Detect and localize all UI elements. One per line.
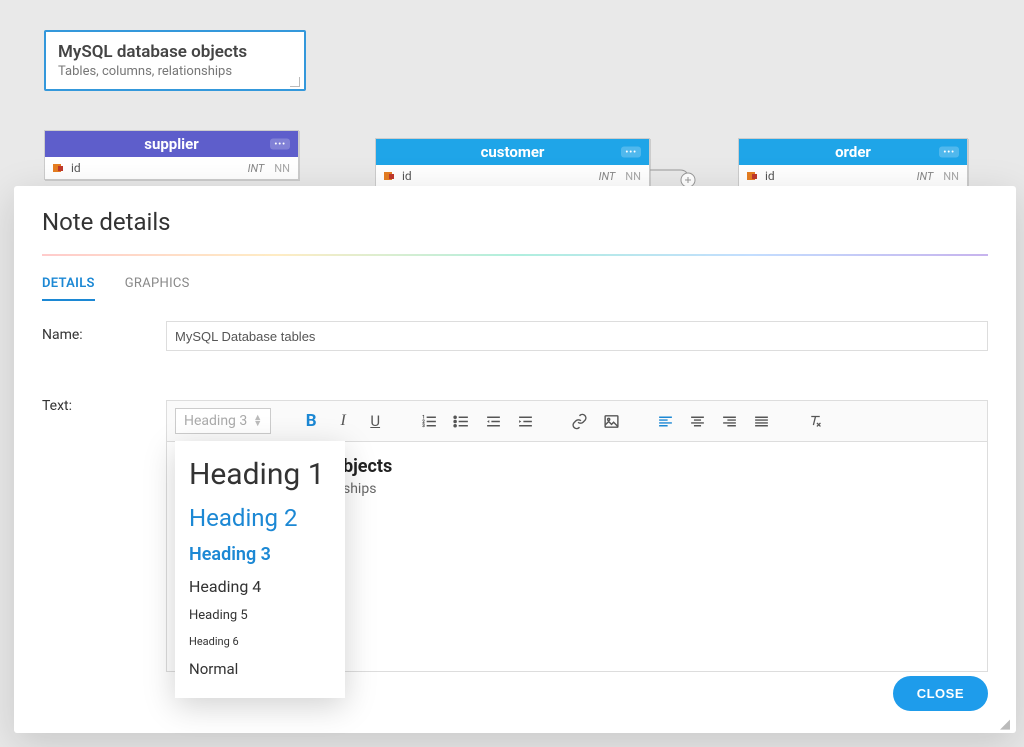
primary-key-icon	[384, 172, 396, 181]
primary-key-icon	[747, 172, 759, 181]
align-justify-button[interactable]	[747, 407, 775, 435]
image-button[interactable]	[597, 407, 625, 435]
table-supplier[interactable]: supplier ••• id INT NN	[44, 130, 299, 180]
editor-toolbar: Heading 3 ▲▼ B I U 123	[166, 400, 988, 442]
close-button[interactable]: CLOSE	[893, 676, 988, 711]
heading-option-5[interactable]: Heading 5	[175, 602, 345, 629]
align-center-button[interactable]	[683, 407, 711, 435]
bold-button[interactable]: B	[297, 407, 325, 435]
clear-format-button[interactable]	[801, 407, 829, 435]
ellipsis-icon[interactable]: •••	[270, 139, 290, 150]
name-input[interactable]	[166, 321, 988, 351]
heading-option-1[interactable]: Heading 1	[175, 451, 345, 498]
label-name: Name:	[42, 321, 162, 392]
ellipsis-icon[interactable]: •••	[939, 147, 959, 158]
table-header: supplier •••	[45, 131, 298, 157]
tab-bar: DETAILS GRAPHICS	[14, 256, 1016, 301]
align-left-button[interactable]	[651, 407, 679, 435]
align-right-button[interactable]	[715, 407, 743, 435]
table-row[interactable]: id INT NN	[45, 157, 298, 179]
svg-text:3: 3	[422, 424, 425, 429]
heading-option-3[interactable]: Heading 3	[175, 538, 345, 571]
table-row[interactable]: id INT NN	[376, 165, 649, 187]
divider	[42, 254, 988, 256]
tab-details[interactable]: DETAILS	[42, 276, 95, 301]
italic-button[interactable]: I	[329, 407, 357, 435]
ordered-list-button[interactable]: 123	[415, 407, 443, 435]
table-header: customer •••	[376, 139, 649, 165]
resize-corner-icon[interactable]	[290, 77, 300, 87]
heading-dropdown: Heading 1 Heading 2 Heading 3 Heading 4 …	[175, 441, 345, 698]
link-button[interactable]	[565, 407, 593, 435]
outdent-button[interactable]	[479, 407, 507, 435]
unordered-list-button[interactable]	[447, 407, 475, 435]
heading-option-normal[interactable]: Normal	[175, 654, 345, 684]
primary-key-icon	[53, 164, 65, 173]
label-text: Text:	[42, 392, 162, 713]
table-customer[interactable]: customer ••• id INT NN	[375, 138, 650, 188]
tab-graphics[interactable]: GRAPHICS	[125, 276, 190, 301]
note-details-dialog: Note details DETAILS GRAPHICS Name: Text…	[14, 186, 1016, 733]
style-dropdown[interactable]: Heading 3 ▲▼	[175, 408, 271, 434]
table-header: order •••	[739, 139, 967, 165]
note-title: MySQL database objects	[58, 42, 292, 62]
table-row[interactable]: id INT NN	[739, 165, 967, 187]
underline-button[interactable]: U	[361, 407, 389, 435]
note-subtitle: Tables, columns, relationships	[58, 64, 292, 79]
resize-handle-icon[interactable]: ◢	[1000, 717, 1012, 729]
indent-button[interactable]	[511, 407, 539, 435]
ellipsis-icon[interactable]: •••	[621, 147, 641, 158]
table-order[interactable]: order ••• id INT NN	[738, 138, 968, 188]
dialog-title: Note details	[14, 186, 1016, 244]
heading-option-2[interactable]: Heading 2	[175, 498, 345, 538]
sort-icon: ▲▼	[253, 415, 262, 427]
note-card[interactable]: MySQL database objects Tables, columns, …	[44, 30, 306, 91]
heading-option-6[interactable]: Heading 6	[175, 629, 345, 654]
heading-option-4[interactable]: Heading 4	[175, 571, 345, 602]
